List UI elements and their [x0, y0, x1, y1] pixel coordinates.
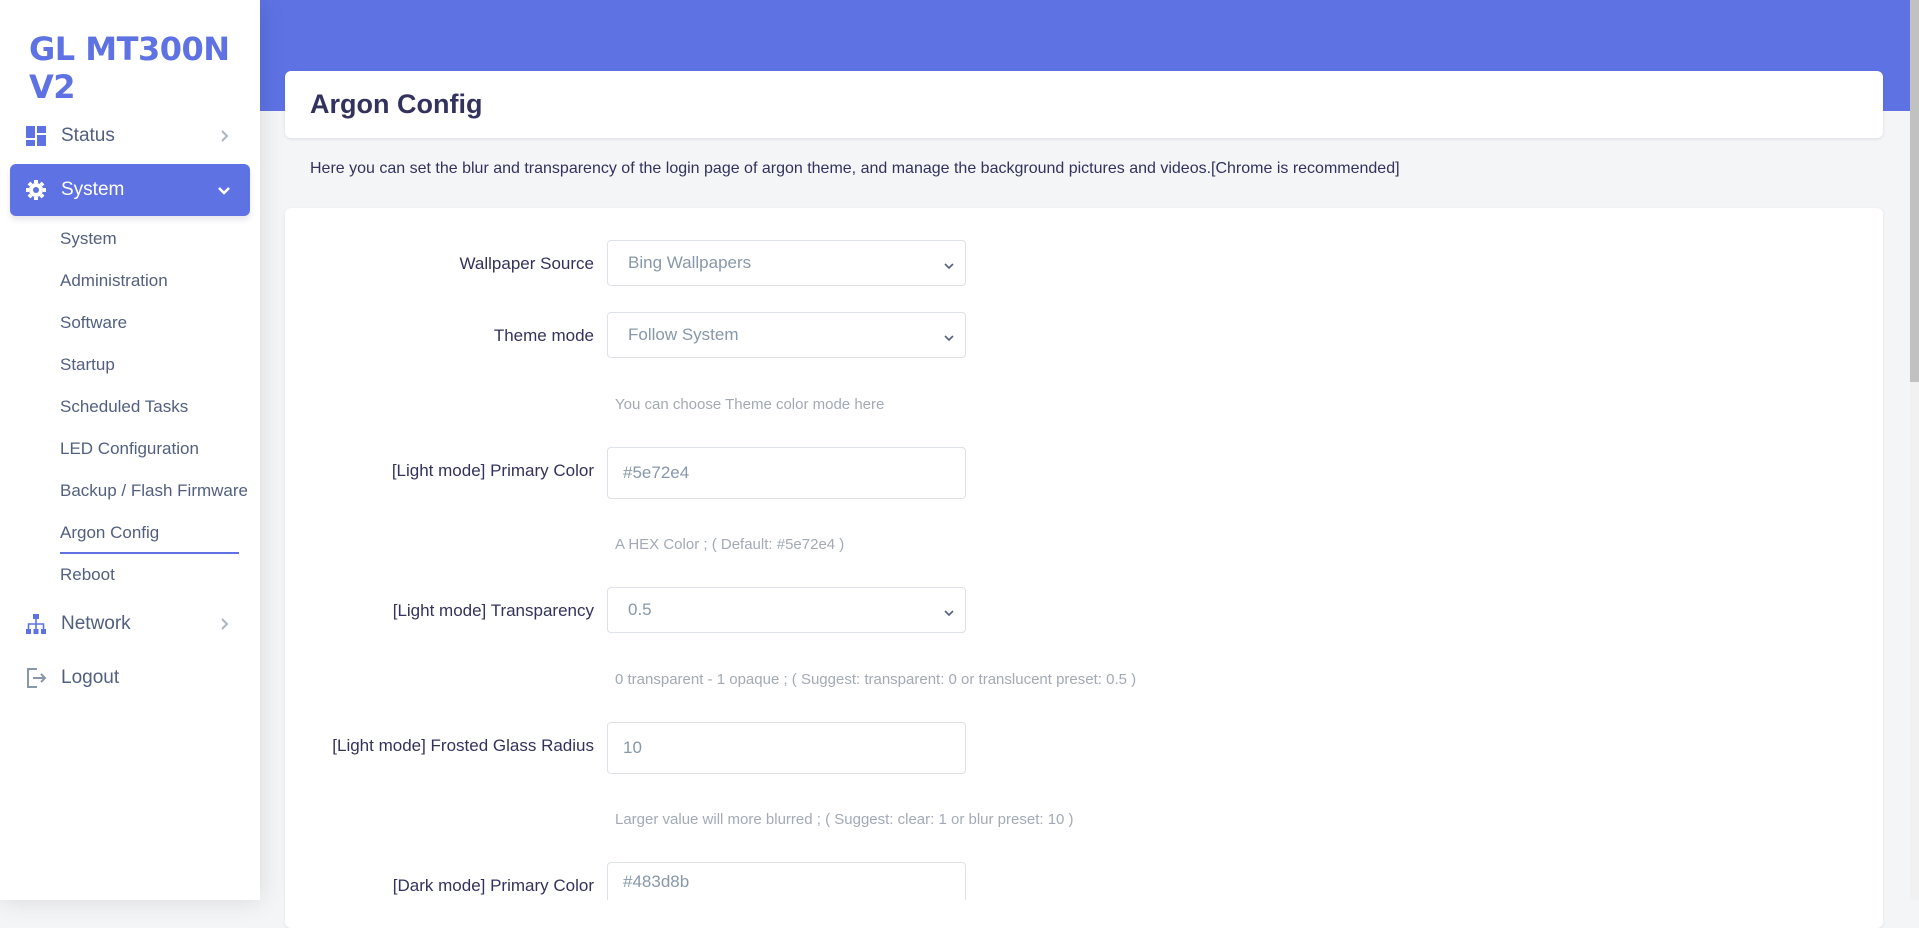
light-transparency-select[interactable]: 0.5 [607, 587, 966, 633]
light-primary-color-hint: A HEX Color ; ( Default: #5e72e4 ) [615, 536, 845, 553]
nav-system[interactable]: System [10, 164, 250, 216]
sidebar-item-system[interactable]: System [60, 229, 117, 249]
theme-mode-select[interactable]: Follow System [607, 312, 966, 358]
chevron-down-icon [943, 257, 955, 270]
dashboard-icon [25, 125, 47, 147]
light-blur-radius-hint: Larger value will more blurred ; ( Sugge… [615, 811, 1074, 828]
light-primary-color-label: [Light mode] Primary Color [391, 461, 594, 480]
page-description: Here you can set the blur and transparen… [310, 160, 1400, 177]
dark-primary-color-input[interactable]: #483d8b [607, 862, 966, 900]
sidebar: GL MT300N V2 Status System System Admini… [0, 0, 260, 900]
sidebar-item-argon-config[interactable]: Argon Config [60, 523, 239, 554]
light-blur-radius-input[interactable]: 10 [607, 722, 966, 774]
theme-mode-hint: You can choose Theme color mode here [615, 396, 885, 413]
light-blur-radius-value: 10 [623, 738, 642, 757]
light-transparency-hint: 0 transparent - 1 opaque ; ( Suggest: tr… [615, 671, 1137, 688]
sidebar-item-scheduled-tasks[interactable]: Scheduled Tasks [60, 397, 188, 417]
chevron-down-icon [943, 329, 955, 342]
light-transparency-label: [Light mode] Transparency [392, 601, 594, 620]
network-icon [25, 613, 47, 635]
nav-logout[interactable]: Logout [10, 652, 250, 704]
wallpaper-source-value: Bing Wallpapers [628, 253, 752, 272]
sidebar-item-software[interactable]: Software [60, 313, 127, 333]
light-primary-color-input[interactable]: #5e72e4 [607, 447, 966, 499]
sidebar-item-reboot[interactable]: Reboot [60, 565, 115, 585]
nav-logout-label: Logout [61, 667, 120, 688]
logout-icon [25, 667, 47, 689]
nav-system-label: System [61, 179, 125, 200]
theme-mode-value: Follow System [628, 325, 739, 344]
sidebar-item-administration[interactable]: Administration [60, 271, 168, 291]
dark-primary-color-value: #483d8b [623, 871, 690, 891]
settings-form-card [285, 208, 1883, 928]
scrollbar-track[interactable] [1910, 0, 1919, 900]
light-transparency-value: 0.5 [628, 600, 652, 619]
dark-primary-color-label: [Dark mode] Primary Color [392, 876, 594, 895]
light-primary-color-value: #5e72e4 [623, 463, 690, 482]
nav-network[interactable]: Network [10, 598, 250, 650]
chevron-right-icon [214, 614, 234, 634]
wallpaper-source-select[interactable]: Bing Wallpapers [607, 240, 966, 286]
theme-mode-label: Theme mode [493, 326, 594, 345]
wallpaper-source-label: Wallpaper Source [459, 254, 595, 273]
chevron-down-icon [943, 604, 955, 617]
gear-icon [25, 179, 47, 201]
sidebar-item-backup-flash-firmware[interactable]: Backup / Flash Firmware [60, 481, 248, 501]
sidebar-item-startup[interactable]: Startup [60, 355, 115, 375]
chevron-down-icon [214, 180, 234, 200]
page-title: Argon Config [310, 89, 483, 119]
scrollbar-thumb[interactable] [1910, 0, 1919, 382]
light-blur-radius-label: [Light mode] Frosted Glass Radius [332, 736, 594, 755]
title-card: Argon Config [285, 71, 1883, 138]
nav-network-label: Network [61, 613, 131, 634]
sidebar-item-led-configuration[interactable]: LED Configuration [60, 439, 199, 459]
chevron-right-icon [214, 126, 234, 146]
nav-status-label: Status [61, 125, 115, 146]
nav-status[interactable]: Status [10, 110, 250, 162]
brand-logo: GL MT300N V2 [29, 30, 230, 106]
